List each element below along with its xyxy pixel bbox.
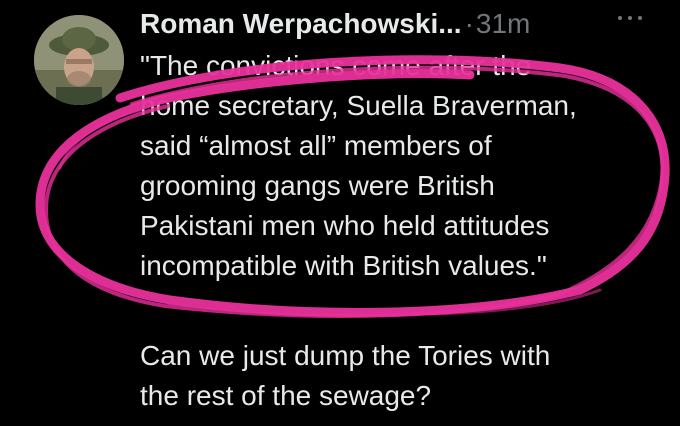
more-dot <box>628 16 632 20</box>
avatar-photo <box>34 15 124 105</box>
comment-line: the rest of the sewage? <box>140 380 432 411</box>
quote-line: Pakistani men who held attitudes <box>140 210 550 241</box>
more-dot <box>638 16 642 20</box>
tweet-quote: "The convictions come after the home sec… <box>140 46 660 286</box>
header-separator: · <box>464 8 474 39</box>
quote-line: grooming gangs were British <box>140 170 495 201</box>
author-avatar[interactable] <box>34 15 124 105</box>
quote-line: said “almost all” members of <box>140 130 492 161</box>
quote-line: home secretary, Suella Braverman, <box>140 90 577 121</box>
tweet-header: Roman Werpachowski... · 31m <box>140 4 530 44</box>
quote-line: incompatible with British values." <box>140 250 547 281</box>
tweet-comment: Can we just dump the Tories with the res… <box>140 336 660 416</box>
quote-line: "The convictions come after the <box>140 50 532 81</box>
comment-line: Can we just dump the Tories with <box>140 340 551 371</box>
author-name[interactable]: Roman Werpachowski... <box>140 8 462 40</box>
more-dot <box>618 16 622 20</box>
timestamp[interactable]: 31m <box>476 8 530 40</box>
more-options-icon[interactable] <box>618 10 642 26</box>
